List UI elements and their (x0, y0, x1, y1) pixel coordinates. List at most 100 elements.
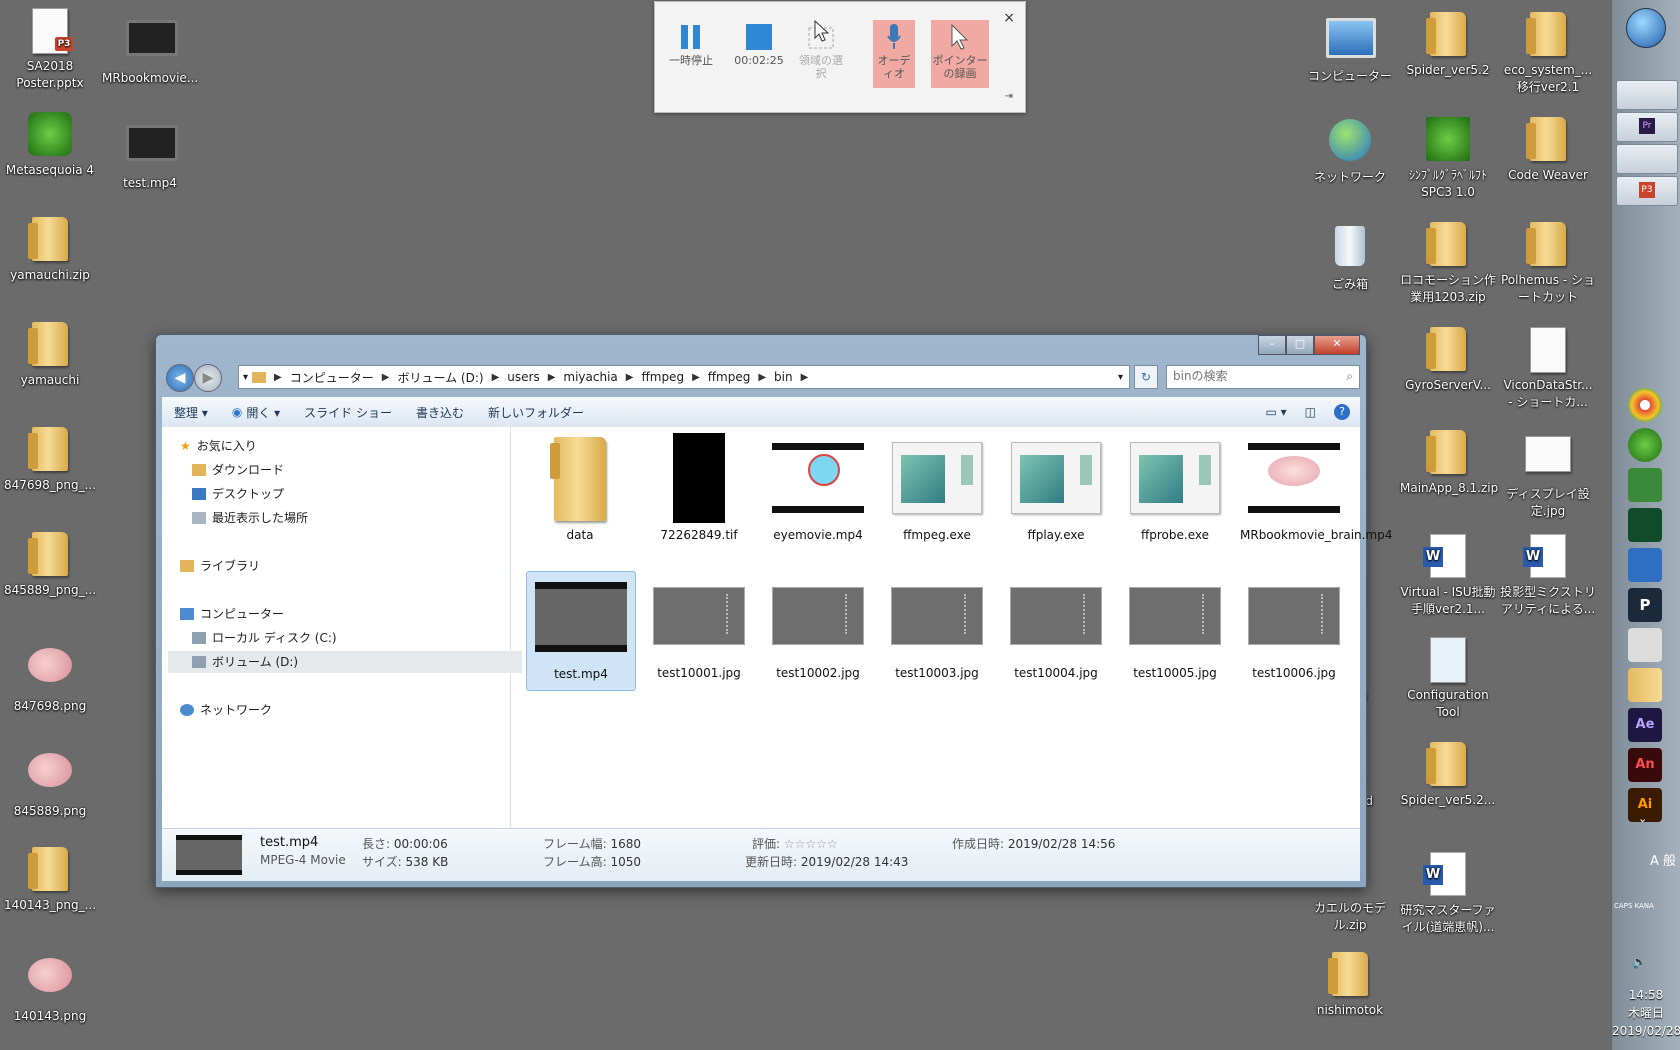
file-item[interactable]: test10001.jpg (645, 571, 753, 682)
record-pointer-button[interactable]: ポインターの録画 (931, 20, 989, 88)
help-icon[interactable]: ? (1334, 404, 1350, 420)
search-icon[interactable]: ⌕ (1346, 369, 1353, 384)
nav-network[interactable]: ネットワーク (180, 699, 272, 721)
desktop-icon-code-weaver[interactable]: Code Weaver (1500, 115, 1596, 184)
taskbar-window-explorer[interactable] (1616, 80, 1678, 110)
desktop-icon-spider[interactable]: Spider_ver5.2 (1400, 10, 1496, 79)
desktop-icon-mainapp-zip[interactable]: MainApp_8.1.zip (1400, 428, 1498, 497)
recorder-pin-icon[interactable]: ⇥ (1005, 91, 1013, 102)
desktop-icon-sa2018-poster[interactable]: P3 SA2018 Poster.pptx (2, 6, 98, 92)
file-item[interactable]: 72262849.tif (645, 433, 753, 544)
breadcrumb-item[interactable]: users (507, 370, 539, 384)
volume-icon[interactable]: 🔈 (1632, 955, 1647, 969)
desktop-icon-locomotion-zip[interactable]: ロコモーション作業用1203.zip (1400, 220, 1496, 306)
desktop-icon-gyroserver[interactable]: GyroServerV... (1400, 325, 1496, 394)
desktop-icon-140143-png[interactable]: 140143.png (2, 950, 98, 1025)
refresh-button[interactable]: ↻ (1134, 365, 1158, 389)
nav-downloads[interactable]: ダウンロード (192, 459, 284, 481)
file-item[interactable]: test10004.jpg (1002, 571, 1110, 682)
maximize-button[interactable]: □ (1286, 335, 1314, 355)
search-input[interactable] (1167, 366, 1333, 386)
address-bar[interactable]: ▾ ▶ コンピューター ▶ ボリューム (D:) ▶ users ▶ miyachia… (238, 365, 1130, 389)
open-button[interactable]: ◉ 開く ▾ (220, 404, 292, 421)
file-item[interactable]: test10005.jpg (1121, 571, 1229, 682)
chevron-down-icon[interactable]: ⌄ (1638, 812, 1647, 825)
desktop-icon-virtual-isu-doc[interactable]: Virtual - ISU批動手順ver2.1... (1400, 530, 1496, 618)
desktop-icon-yamauchi-zip[interactable]: yamauchi.zip (2, 215, 98, 284)
desktop-icon-mixed-reality-doc[interactable]: 投影型ミクストリアリティによる... (1500, 530, 1596, 618)
desktop-icon-computer[interactable]: コンピューター (1302, 10, 1398, 85)
desktop-icon-nishimotok[interactable]: nishimotok (1302, 950, 1398, 1019)
desktop-icon-network[interactable]: ネットワーク (1302, 115, 1398, 186)
desktop-icon-spider-2[interactable]: Spider_ver5.2... (1400, 740, 1496, 809)
breadcrumb-item[interactable]: ffmpeg (641, 370, 684, 384)
forward-button[interactable]: ▶ (194, 364, 222, 392)
start-button[interactable] (1626, 8, 1666, 48)
slideshow-button[interactable]: スライド ショー (292, 404, 404, 421)
file-item[interactable]: data (526, 433, 634, 544)
nav-libraries[interactable]: ライブラリ (180, 555, 260, 577)
ime-indicator[interactable]: A 般 (1616, 850, 1676, 869)
rating-stars-icon[interactable]: ☆☆☆☆☆ (784, 837, 838, 851)
desktop-icon-847698-png[interactable]: 847698.png (2, 640, 98, 715)
chevron-down-icon[interactable]: ▾ (243, 372, 248, 383)
breadcrumb-item[interactable]: miyachia (563, 370, 617, 384)
desktop-icon-polhemus[interactable]: Polhemus - ショートカット (1500, 220, 1596, 306)
metasequoia-icon[interactable] (1628, 428, 1662, 462)
file-item[interactable]: ffprobe.exe (1121, 433, 1229, 544)
new-folder-button[interactable]: 新しいフォルダー (476, 404, 596, 421)
desktop-icon-recycle-bin[interactable]: ごみ箱 (1302, 220, 1398, 293)
app-icon[interactable] (1628, 548, 1662, 582)
audio-button[interactable]: オーディオ (873, 20, 915, 88)
nav-volume-d[interactable]: ボリューム (D:) (168, 651, 522, 673)
desktop-icon-configuration-tool[interactable]: Configuration Tool (1400, 635, 1496, 721)
frog-app-icon[interactable] (1628, 468, 1662, 502)
terminal-app-icon[interactable] (1628, 508, 1662, 542)
desktop-icon-140143-zip[interactable]: 140143_png_... (2, 845, 98, 914)
recorder-close-button[interactable]: × (1003, 10, 1015, 26)
address-dropdown-icon[interactable]: ▾ (1118, 372, 1123, 383)
desktop-icon-metasequoia[interactable]: Metasequoia 4 (2, 110, 98, 179)
back-button[interactable]: ◀ (166, 364, 194, 392)
file-item[interactable]: test10003.jpg (883, 571, 991, 682)
desktop-icon-847698-zip[interactable]: 847698_png_... (2, 425, 98, 494)
file-item[interactable]: test10002.jpg (764, 571, 872, 682)
breadcrumb-item[interactable]: bin (774, 370, 793, 384)
desktop-icon-test-mp4[interactable]: test.mp4 (102, 115, 198, 192)
desktop-icon-845889-png[interactable]: 845889.png (2, 745, 98, 820)
nav-desktop[interactable]: デスクトップ (192, 483, 284, 505)
taskbar-clock[interactable]: 14:58 木曜日 2019/02/28 (1612, 986, 1680, 1040)
desktop-icon-845889-zip[interactable]: 845889_png_... (2, 530, 98, 599)
stop-button[interactable]: 00:02:25 (727, 20, 791, 88)
usb-device-icon[interactable] (1628, 628, 1662, 662)
organize-button[interactable]: 整理 ▾ (162, 404, 220, 421)
file-item[interactable]: eyemovie.mp4 (764, 433, 872, 544)
after-effects-icon[interactable]: Ae (1628, 708, 1662, 742)
animate-icon[interactable]: An (1628, 748, 1662, 782)
p-app-icon[interactable]: P (1628, 588, 1662, 622)
nav-local-disk[interactable]: ローカル ディスク (C:) (192, 627, 337, 649)
file-item[interactable]: ffmpeg.exe (883, 433, 991, 544)
desktop-icon-research-master-doc[interactable]: 研究マスターファイル(道端恵帆)... (1400, 848, 1496, 936)
chrome-icon[interactable] (1628, 388, 1662, 422)
pause-button[interactable]: 一時停止 (667, 20, 715, 88)
file-item-selected[interactable]: test.mp4 (526, 571, 636, 691)
desktop-icon-vicondatastream[interactable]: ViconDataStr... - ショートカ... (1500, 325, 1596, 411)
nav-favorites[interactable]: ★ お気に入り (180, 435, 257, 457)
file-item[interactable]: test10006.jpg (1240, 571, 1348, 682)
burn-button[interactable]: 書き込む (404, 404, 476, 421)
breadcrumb-item[interactable]: ボリューム (D:) (397, 369, 483, 386)
folder-icon[interactable] (1628, 668, 1662, 702)
taskbar-window-powerpoint[interactable]: P3 (1616, 176, 1678, 206)
desktop-icon-yamauchi[interactable]: yamauchi (2, 320, 98, 389)
breadcrumb-item[interactable]: ffmpeg (708, 370, 751, 384)
minimize-button[interactable]: – (1258, 335, 1286, 355)
desktop-icon-mrbookmovie[interactable]: MRbookmovie... (102, 10, 198, 87)
breadcrumb-item[interactable]: コンピューター (290, 369, 374, 386)
nav-recent[interactable]: 最近表示した場所 (192, 507, 308, 529)
file-item[interactable]: ffplay.exe (1002, 433, 1110, 544)
preview-pane-button[interactable]: ◫ (1305, 405, 1316, 419)
desktop-icon-eco-system[interactable]: eco_system_... 移行ver2.1 (1500, 10, 1596, 96)
taskbar-window-premiere[interactable]: Pr (1616, 112, 1678, 142)
taskbar-window-3[interactable] (1616, 144, 1678, 174)
